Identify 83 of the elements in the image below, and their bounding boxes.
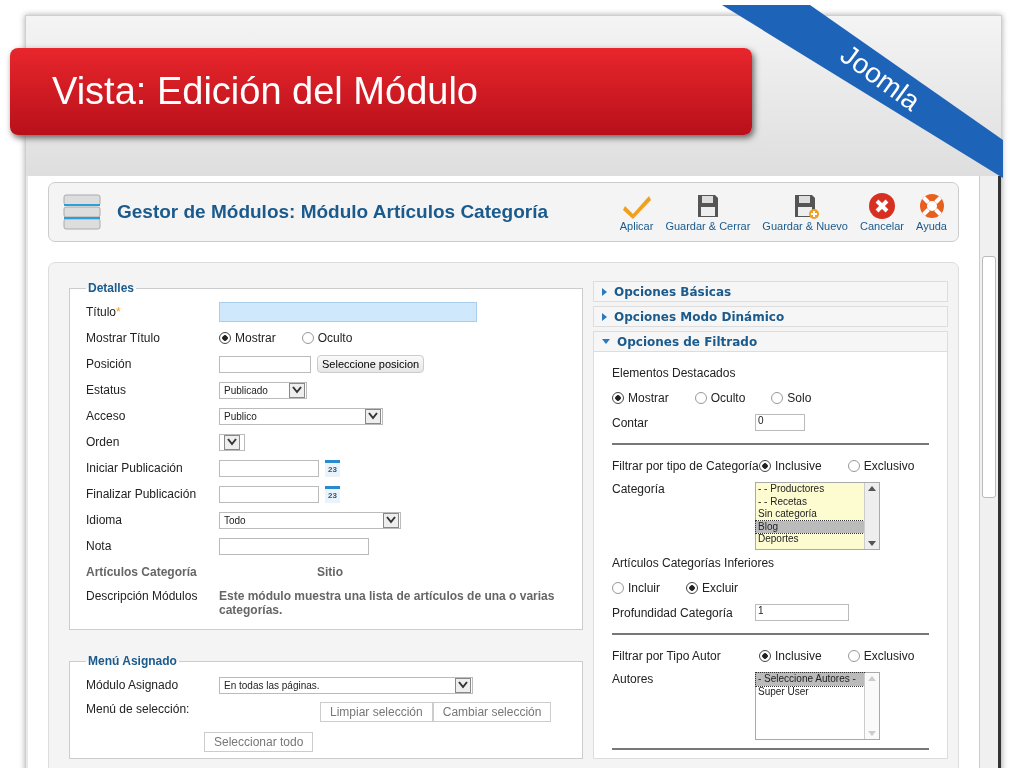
- radio-option[interactable]: Mostrar: [219, 331, 276, 345]
- field-label: Posición: [86, 357, 133, 371]
- field-label: Filtrar por Tipo Autor: [612, 648, 722, 663]
- field-label: Módulo Asignado: [86, 678, 180, 692]
- text-field[interactable]: 0: [755, 414, 805, 431]
- list-option[interactable]: Blog: [756, 520, 864, 533]
- date-field[interactable]: [219, 459, 319, 477]
- save-new-button[interactable]: Guardar & Nuevo: [757, 192, 853, 232]
- save-close-button[interactable]: Guardar & Cerrar: [660, 192, 756, 232]
- select-position-button[interactable]: Seleccione posicion: [317, 355, 425, 373]
- accordion-header[interactable]: Opciones Básicas: [594, 282, 947, 301]
- cancel-button[interactable]: Cancelar: [854, 192, 909, 232]
- text-field[interactable]: [219, 537, 369, 555]
- field-label: Estatus: [86, 383, 128, 397]
- caret-icon: [383, 512, 399, 528]
- field-label: Título*: [86, 305, 122, 319]
- list-option[interactable]: - - Productores: [756, 483, 864, 496]
- dropdown[interactable]: Todo: [219, 511, 401, 529]
- field-label: Descripción Módulos: [86, 589, 199, 603]
- stack-icon: [63, 193, 101, 231]
- list-box[interactable]: - - Productores - - Recetas Sin categoría Blog Deportes: [755, 482, 880, 550]
- scrollbar[interactable]: [864, 673, 879, 739]
- list-option[interactable]: Sin categoría: [756, 508, 864, 521]
- field-label: Elementos Destacados: [612, 365, 736, 380]
- dropdown[interactable]: Publicado: [219, 381, 307, 399]
- list-option[interactable]: Super User: [756, 685, 864, 698]
- calendar-icon[interactable]: 23: [325, 485, 340, 503]
- list-option[interactable]: Deportes: [756, 533, 864, 546]
- select-all-button[interactable]: Seleccionar todo: [204, 732, 314, 752]
- caret-icon: [289, 382, 305, 398]
- scrollbar[interactable]: [864, 483, 879, 549]
- dropdown[interactable]: [219, 433, 245, 451]
- field-label: Mostrar Título: [86, 331, 161, 345]
- list-box[interactable]: - Seleccione Autores - Super User: [755, 672, 880, 740]
- selection-button[interactable]: Cambiar selección: [432, 702, 552, 722]
- text-field[interactable]: 1: [755, 604, 849, 621]
- field-label: Acceso: [86, 409, 127, 423]
- field-label: Nota: [86, 539, 113, 553]
- dropdown[interactable]: Publico: [219, 407, 383, 425]
- list-option[interactable]: - Seleccione Autores -: [756, 673, 864, 686]
- radio-option[interactable]: Oculto: [301, 331, 353, 345]
- list-option[interactable]: - - Recetas: [756, 495, 864, 508]
- radio-option[interactable]: Oculto: [694, 390, 746, 405]
- caret-icon: [455, 677, 471, 693]
- radio-option[interactable]: Inclusive: [759, 458, 822, 473]
- caret-icon: [224, 434, 240, 450]
- apply-button[interactable]: Aplicar: [614, 192, 659, 232]
- field-label: Menú de selección:: [86, 702, 191, 716]
- accordion-header[interactable]: Opciones de Filtrado: [594, 332, 947, 351]
- date-field[interactable]: [219, 485, 319, 503]
- description-text: Este módulo muestra una lista de artículos de una o varias categorías.: [219, 589, 556, 617]
- close-icon: [867, 192, 897, 220]
- caret-icon: [365, 408, 381, 424]
- text-field[interactable]: [219, 355, 311, 373]
- field-label: Autores: [612, 672, 655, 686]
- accordion-header[interactable]: Opciones Modo Dinámico: [594, 307, 947, 326]
- radio-option[interactable]: Exclusivo: [847, 648, 915, 663]
- section-title: Menú Asignado: [87, 654, 178, 668]
- field-value: Sitio: [317, 565, 343, 579]
- field-label: Idioma: [86, 513, 124, 527]
- field-label: Iniciar Publicación: [86, 461, 184, 475]
- field-label: Contar: [612, 415, 650, 430]
- section-title: Detalles: [87, 281, 136, 295]
- slide-title: Vista: Edición del Módulo: [10, 48, 752, 135]
- field-label: Artículos Categoría: [86, 565, 198, 579]
- field-label: Profundidad Categoría: [612, 605, 734, 620]
- radio-option[interactable]: Exclusivo: [847, 458, 915, 473]
- calendar-icon[interactable]: 23: [325, 459, 340, 477]
- field-label: Categoría: [612, 482, 666, 496]
- scrollbar[interactable]: [979, 176, 998, 768]
- radio-option[interactable]: Solo: [771, 390, 812, 405]
- page-title: Gestor de Módulos: Módulo Artículos Categoría: [117, 201, 550, 223]
- radio-option[interactable]: Excluir: [686, 580, 739, 595]
- text-field[interactable]: [219, 302, 477, 322]
- dropdown[interactable]: En todas las páginas.: [219, 676, 473, 694]
- radio-option[interactable]: Incluir: [612, 580, 660, 595]
- field-label: Finalizar Publicación: [86, 487, 198, 501]
- field-label: Artículos Categorías Inferiores: [612, 555, 775, 570]
- selection-button[interactable]: Limpiar selección: [320, 702, 433, 722]
- radio-option[interactable]: Mostrar: [612, 390, 669, 405]
- field-label: Orden: [86, 435, 121, 449]
- help-button[interactable]: Ayuda: [911, 192, 952, 232]
- radio-option[interactable]: Inclusive: [759, 648, 822, 663]
